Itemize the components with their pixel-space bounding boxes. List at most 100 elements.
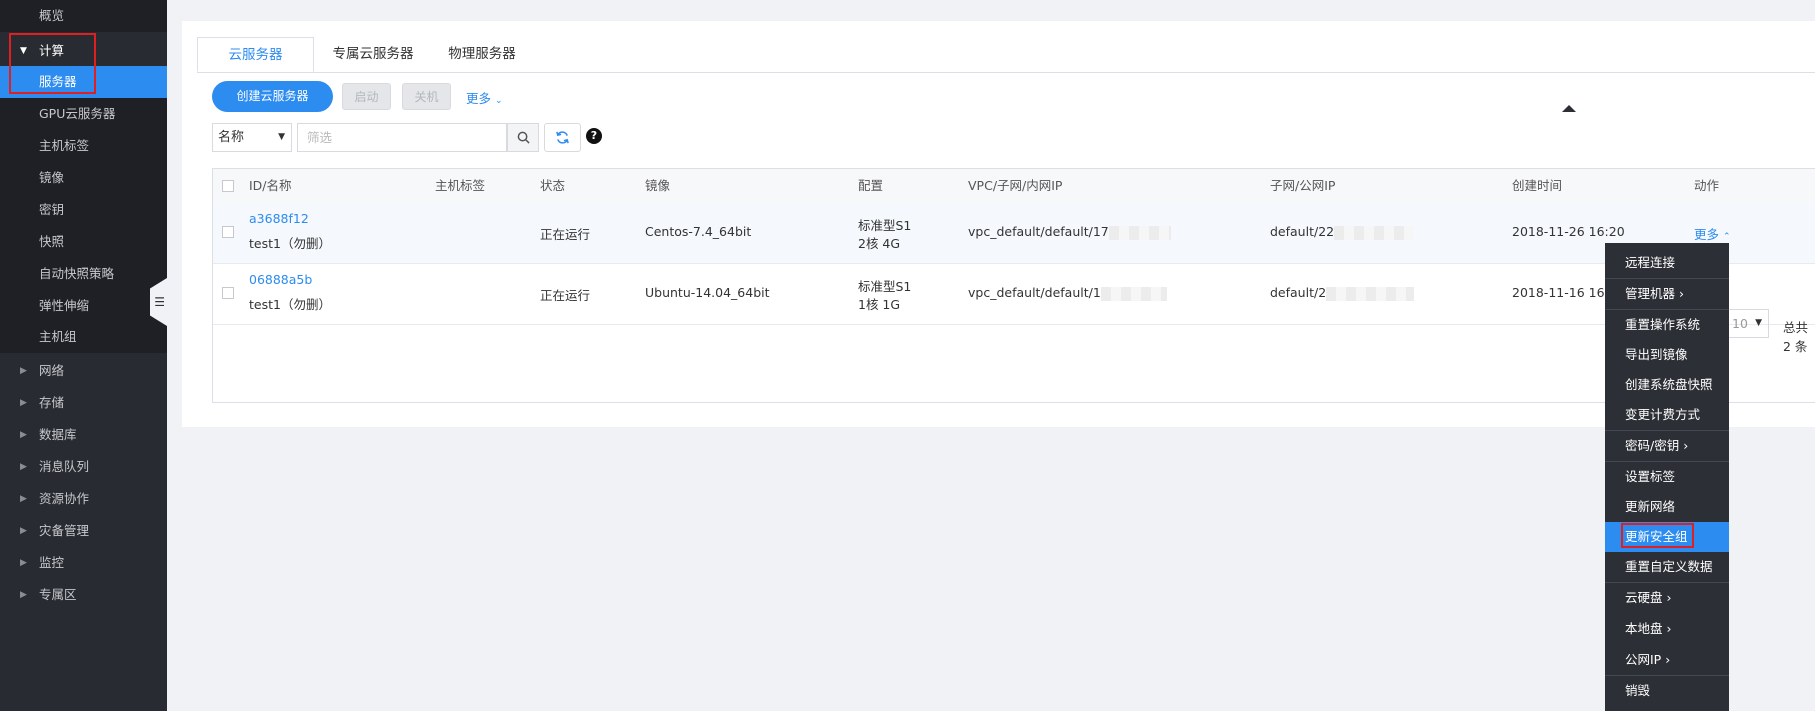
column-header: VPC/子网/内网IP xyxy=(968,178,1063,193)
chevron-right-icon: › xyxy=(1683,438,1689,453)
start-button[interactable]: 启动 xyxy=(342,83,391,110)
sidebar-item-label: 密钥 xyxy=(39,202,65,217)
total-count: 总共 2 条 xyxy=(1783,320,1809,354)
sidebar-item-images[interactable]: 镜像 xyxy=(0,162,167,194)
chevron-down-icon: ⌄ xyxy=(495,96,503,106)
caret-right-icon: ▶ xyxy=(20,494,27,504)
help-icon[interactable]: ? xyxy=(586,128,602,144)
sidebar-item-snapshots[interactable]: 快照 xyxy=(0,226,167,258)
shutdown-button[interactable]: 关机 xyxy=(402,83,451,110)
more-dropdown[interactable]: 更多 ⌄ xyxy=(466,88,503,107)
sidebar-item-storage[interactable]: ▶ 存储 xyxy=(0,387,167,419)
sidebar-item-overview[interactable]: 概览 xyxy=(0,0,167,32)
tab-cloud-servers[interactable]: 云服务器 xyxy=(197,37,314,72)
caret-right-icon: ▶ xyxy=(20,366,27,376)
column-header: 配置 xyxy=(858,178,884,193)
subnet-text: default/22 xyxy=(1270,224,1335,239)
highlight-box xyxy=(1621,523,1694,548)
sidebar-item-label: 概览 xyxy=(39,8,65,23)
table-row: 06888a5b test1（勿删） 正在运行 Ubuntu-14.04_64b… xyxy=(213,264,1815,325)
menu-item-set-tags[interactable]: 设置标签 xyxy=(1605,462,1729,492)
caret-right-icon: ▶ xyxy=(20,590,27,600)
sidebar-item-host-tags[interactable]: 主机标签 xyxy=(0,130,167,162)
column-header: 状态 xyxy=(540,178,566,193)
refresh-icon xyxy=(556,131,569,144)
status-text: 正在运行 xyxy=(540,288,591,303)
row-more-button[interactable]: 更多 ⌃ xyxy=(1694,224,1731,243)
sidebar-item-label: 资源协作 xyxy=(39,491,90,506)
subnet-info: default/2 xyxy=(1270,285,1415,301)
created-time: 2018-11-26 16:20 xyxy=(1512,224,1625,239)
page-size-value: 10 xyxy=(1732,316,1748,331)
server-id-link[interactable]: 06888a5b xyxy=(249,272,312,287)
select-all-checkbox[interactable] xyxy=(222,180,234,192)
sidebar-item-auto-snapshot[interactable]: 自动快照策略 xyxy=(0,258,167,290)
image-name: Centos-7.4_64bit xyxy=(645,224,752,239)
menu-item-update-network[interactable]: 更新网络 xyxy=(1605,492,1729,522)
search-input[interactable]: 筛选 xyxy=(297,123,507,152)
server-id-link[interactable]: a3688f12 xyxy=(249,211,309,226)
search-button[interactable] xyxy=(507,123,539,152)
subnet-info: default/22 xyxy=(1270,224,1415,240)
more-actions-menu: 远程连接 管理机器 › 重置操作系统 导出到镜像 创建系统盘快照 变更计费方式 … xyxy=(1605,243,1729,711)
menu-item-label: 公网IP xyxy=(1625,652,1662,667)
main-panel: 云服务器 专属云服务器 物理服务器 创建云服务器 启动 关机 更多 ⌄ 名称 ▼ … xyxy=(182,21,1815,427)
sidebar-item-dedicated[interactable]: ▶ 专属区 xyxy=(0,579,167,611)
caret-down-icon: ▼ xyxy=(278,132,285,142)
page-size-select[interactable]: 10 ▼ xyxy=(1723,309,1769,338)
tab-physical-servers[interactable]: 物理服务器 xyxy=(432,37,532,72)
menu-item-label: 管理机器 xyxy=(1625,286,1676,301)
menu-item-password-key[interactable]: 密码/密钥 › xyxy=(1605,431,1729,461)
menu-item-cloud-disk[interactable]: 云硬盘 › xyxy=(1605,583,1729,613)
chevron-right-icon: › xyxy=(1679,286,1684,301)
search-field-select[interactable]: 名称 ▼ xyxy=(212,123,292,152)
sidebar-item-gpu[interactable]: GPU云服务器 xyxy=(0,98,167,130)
menu-item-reset-os[interactable]: 重置操作系统 xyxy=(1605,310,1729,340)
menu-item-public-ip[interactable]: 公网IP › xyxy=(1605,645,1729,675)
refresh-button[interactable] xyxy=(544,123,581,152)
sidebar-item-dr[interactable]: ▶ 灾备管理 xyxy=(0,515,167,547)
sidebar-item-network[interactable]: ▶ 网络 xyxy=(0,355,167,387)
config-type: 标准型S1 xyxy=(858,218,912,233)
sidebar-item-database[interactable]: ▶ 数据库 xyxy=(0,419,167,451)
column-header: ID/名称 xyxy=(249,178,292,193)
menu-item-system-snapshot[interactable]: 创建系统盘快照 xyxy=(1605,370,1729,400)
menu-item-remote-connect[interactable]: 远程连接 xyxy=(1605,248,1729,278)
caret-right-icon: ▶ xyxy=(20,462,27,472)
menu-item-local-disk[interactable]: 本地盘 › xyxy=(1605,614,1729,644)
subnet-text: default/2 xyxy=(1270,285,1327,300)
create-server-button[interactable]: 创建云服务器 xyxy=(212,81,333,112)
config-type: 标准型S1 xyxy=(858,279,912,294)
menu-item-reset-userdata[interactable]: 重置自定义数据 xyxy=(1605,552,1729,582)
sidebar-item-label: 弹性伸缩 xyxy=(39,298,90,313)
sidebar-item-keys[interactable]: 密钥 xyxy=(0,194,167,226)
sidebar-item-label: 快照 xyxy=(39,234,65,249)
sidebar-item-label: 镜像 xyxy=(39,170,65,185)
column-header: 动作 xyxy=(1694,178,1720,193)
sidebar-item-label: 主机标签 xyxy=(39,138,90,153)
sidebar-item-mq[interactable]: ▶ 消息队列 xyxy=(0,451,167,483)
menu-item-label: 本地盘 xyxy=(1625,621,1663,636)
sidebar: 概览 ▼ 计算 服务器 GPU云服务器 主机标签 镜像 密钥 快照 自动快照策略 … xyxy=(0,0,167,711)
sidebar-item-label: GPU云服务器 xyxy=(39,106,116,121)
menu-item-manage-machine[interactable]: 管理机器 › xyxy=(1605,279,1729,309)
chevron-right-icon: › xyxy=(1666,621,1672,636)
more-label: 更多 xyxy=(1694,227,1720,242)
caret-right-icon: ▶ xyxy=(20,398,27,408)
sidebar-item-host-groups[interactable]: 主机组 xyxy=(0,321,167,353)
menu-item-destroy[interactable]: 销毁 xyxy=(1605,676,1729,706)
sidebar-item-label: 数据库 xyxy=(39,427,77,442)
sidebar-item-collab[interactable]: ▶ 资源协作 xyxy=(0,483,167,515)
menu-item-export-image[interactable]: 导出到镜像 xyxy=(1605,340,1729,370)
row-checkbox[interactable] xyxy=(222,226,234,238)
tab-dedicated-cloud[interactable]: 专属云服务器 xyxy=(314,37,432,72)
caret-right-icon: ▶ xyxy=(20,430,27,440)
row-checkbox[interactable] xyxy=(222,287,234,299)
menu-item-billing[interactable]: 变更计费方式 xyxy=(1605,400,1729,430)
sidebar-item-label: 主机组 xyxy=(39,329,77,344)
redacted-ip xyxy=(1108,225,1171,240)
status-text: 正在运行 xyxy=(540,227,591,242)
server-name: test1（勿删） xyxy=(249,236,331,251)
sidebar-item-monitor[interactable]: ▶ 监控 xyxy=(0,547,167,579)
sidebar-item-autoscaling[interactable]: 弹性伸缩 xyxy=(0,290,167,322)
